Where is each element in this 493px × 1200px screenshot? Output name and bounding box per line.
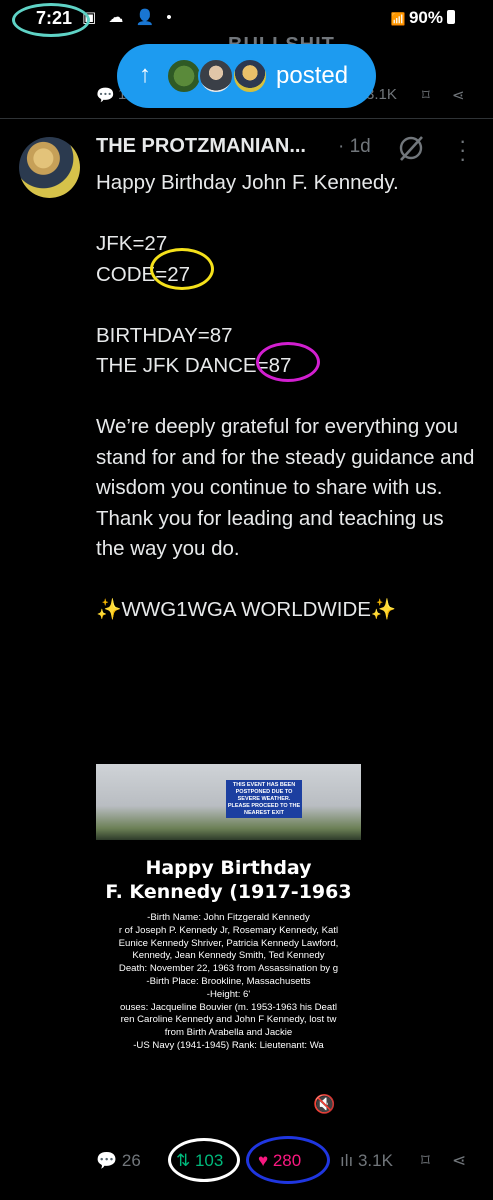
views-button[interactable]: ılı 3.1K [340,1151,393,1171]
post-paragraph: We’re deeply grateful for everything you… [96,415,475,560]
post-line: ✨WWG1WGA WORLDWIDE✨ [96,598,397,621]
post-line: Happy Birthday John F. Kennedy. [96,171,399,194]
annotation-circle-dance [256,342,320,382]
grok-icon[interactable] [397,134,425,162]
avatar-1 [166,58,202,94]
post-video[interactable]: THIS EVENT HAS BEEN POSTPONED DUE TO SEV… [96,764,361,1054]
bookmark-icon[interactable]: ⌑ [421,1151,430,1171]
post-time: · 1d [338,136,371,157]
post-text: Happy Birthday John F. Kennedy. JFK=27 C… [96,168,476,626]
avatar-3 [232,58,268,94]
reply-button[interactable]: 💬 26 [96,1151,141,1171]
video-photo: THIS EVENT HAS BEEN POSTPONED DUE TO SEV… [96,764,361,840]
annotation-circle-code [150,248,214,290]
annotation-circle-likes [246,1136,330,1184]
mute-icon[interactable]: 🔇 [313,1094,335,1115]
status-notification-icons: ▣ ☁ 👤 • [82,9,176,26]
posted-label: posted [276,62,349,89]
more-options-icon[interactable]: · · · [459,130,466,170]
bookmark-icon[interactable]: ⌑ [422,86,430,104]
reply-icon[interactable]: 💬 [96,86,115,104]
author-name[interactable]: THE PROTZMANIAN... [96,135,306,158]
views-count: 3.1K [357,1151,393,1170]
reply-count: 26 [121,1151,141,1170]
post-divider [0,118,493,119]
author-avatar[interactable] [19,137,80,198]
status-battery: 📶 90% [391,8,455,28]
video-title: Happy Birthday F. Kennedy (1917-1963 [105,857,352,903]
event-sign: THIS EVENT HAS BEEN POSTPONED DUE TO SEV… [226,780,302,818]
avatar-2 [198,58,234,94]
post-line: JFK=27 [96,232,168,255]
signal-icon: 📶 [390,12,409,26]
video-caption: -Birth Name: John Fitzgerald Kennedy r o… [118,912,339,1051]
share-icon[interactable]: ⋖ [452,1151,466,1171]
annotation-circle-time [12,3,90,37]
battery-icon [447,10,455,24]
arrow-up-icon: ↑ [139,61,151,88]
annotation-circle-reposts [168,1138,240,1182]
share-icon[interactable]: ⋖ [452,86,465,104]
